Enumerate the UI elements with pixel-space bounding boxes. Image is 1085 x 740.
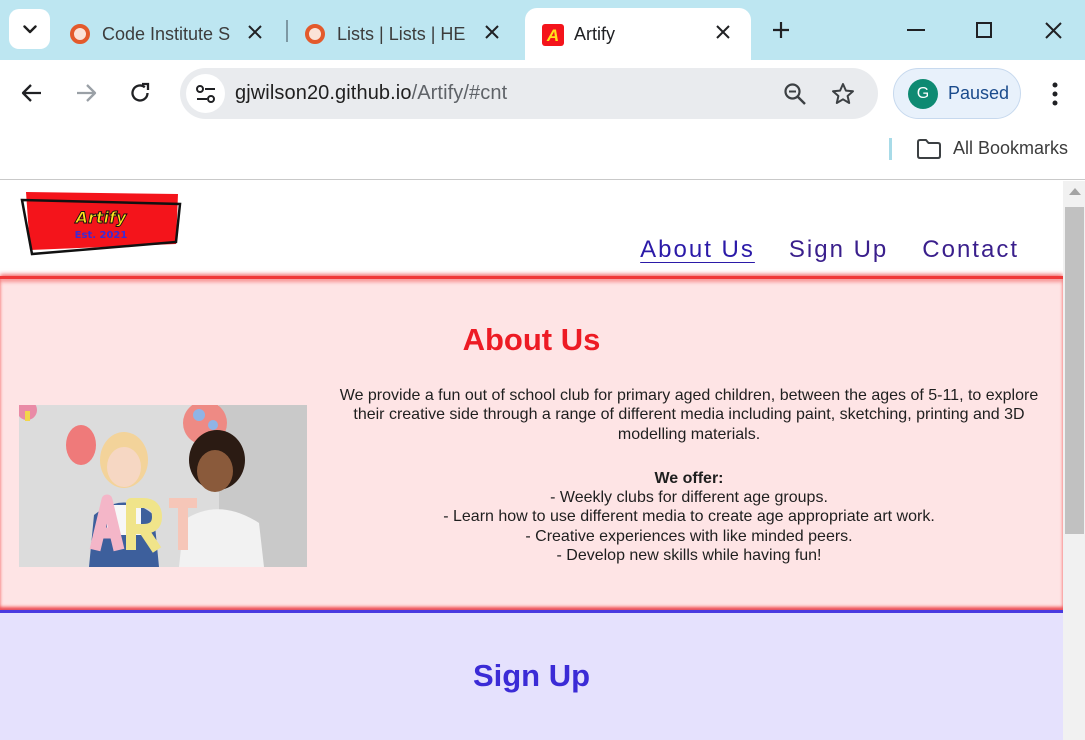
address-bar[interactable]: gjwilson20.github.io/Artify/#cnt xyxy=(180,68,878,119)
bookmark-star-icon[interactable] xyxy=(830,81,856,107)
bookmarks-separator xyxy=(889,138,892,160)
minimize-icon[interactable] xyxy=(904,18,928,42)
artify-favicon-icon: A xyxy=(542,24,564,46)
page-scrollbar[interactable] xyxy=(1063,181,1085,740)
signup-section: Sign Up xyxy=(0,613,1063,740)
bookmarks-bar: All Bookmarks xyxy=(0,128,1085,180)
site-settings-icon[interactable] xyxy=(186,74,225,113)
artify-logo[interactable]: Artify Est. 2021 xyxy=(20,190,182,256)
offer-heading: We offer: xyxy=(654,469,724,487)
profile-button[interactable]: G Paused xyxy=(893,68,1021,119)
new-tab-plus-icon[interactable] xyxy=(770,19,792,41)
tab-title: Code Institute S xyxy=(102,23,230,44)
maximize-icon[interactable] xyxy=(972,18,996,42)
about-heading: About Us xyxy=(462,322,601,357)
close-icon[interactable] xyxy=(713,22,733,42)
tab-code-institute[interactable]: Code Institute S xyxy=(53,8,283,60)
offer-item: - Learn how to use different media to cr… xyxy=(443,508,935,526)
signup-heading: Sign Up xyxy=(472,658,591,693)
children-art-image xyxy=(19,405,307,567)
tab-search-button[interactable] xyxy=(9,9,50,49)
browser-toolbar: gjwilson20.github.io/Artify/#cnt G Pause… xyxy=(0,60,1085,128)
chevron-down-icon xyxy=(22,24,37,33)
about-section-border xyxy=(0,276,1063,279)
nav-about-us[interactable]: About Us xyxy=(640,236,755,264)
about-section: About Us We provide a fun out of school … xyxy=(0,276,1063,610)
tab-strip: Code Institute S Lists | Lists | HE1 A A… xyxy=(0,0,1085,60)
forward-arrow-icon[interactable] xyxy=(73,80,99,106)
back-arrow-icon[interactable] xyxy=(19,80,45,106)
reload-icon[interactable] xyxy=(127,80,153,106)
window-close-icon[interactable] xyxy=(1041,18,1065,42)
all-bookmarks-link[interactable]: All Bookmarks xyxy=(953,138,1068,159)
logo-text: Artify xyxy=(74,208,127,227)
tab-title: Lists | Lists | HE1 xyxy=(337,23,465,44)
profile-status-label: Paused xyxy=(948,83,1010,103)
offer-item: - Weekly clubs for different age groups. xyxy=(550,489,828,507)
avatar: G xyxy=(908,78,938,109)
about-intro: We provide a fun out of school club for … xyxy=(339,387,1039,443)
site-header: Artify Est. 2021 About Us Sign Up Contac… xyxy=(0,181,1063,276)
zoom-icon[interactable] xyxy=(782,81,808,107)
scrollbar-thumb[interactable] xyxy=(1065,207,1084,534)
about-description: We provide a fun out of school club for … xyxy=(330,386,1048,565)
tab-artify-active[interactable]: A Artify xyxy=(525,8,751,60)
tab-title: Artify xyxy=(574,23,616,44)
page-viewport: Artify Est. 2021 About Us Sign Up Contac… xyxy=(0,181,1063,740)
code-institute-favicon-icon xyxy=(305,24,325,44)
tab-lists[interactable]: Lists | Lists | HE1 xyxy=(288,8,520,60)
nav-contact[interactable]: Contact xyxy=(922,236,1019,264)
url-host: gjwilson20.github.io xyxy=(235,82,412,104)
scroll-up-arrow-icon[interactable] xyxy=(1069,188,1081,195)
url-path: /Artify/#cnt xyxy=(411,82,508,104)
nav-sign-up[interactable]: Sign Up xyxy=(789,236,888,264)
more-menu-icon[interactable] xyxy=(1043,80,1067,108)
close-icon[interactable] xyxy=(482,22,502,42)
close-icon[interactable] xyxy=(245,22,265,42)
folder-icon[interactable] xyxy=(916,138,942,160)
offer-item: - Creative experiences with like minded … xyxy=(525,527,853,545)
code-institute-favicon-icon xyxy=(70,24,90,44)
url-text[interactable]: gjwilson20.github.io/Artify/#cnt xyxy=(235,82,507,105)
site-nav: About Us Sign Up Contact xyxy=(606,236,1019,264)
logo-subtext: Est. 2021 xyxy=(75,230,128,241)
offer-item: - Develop new skills while having fun! xyxy=(556,547,822,565)
